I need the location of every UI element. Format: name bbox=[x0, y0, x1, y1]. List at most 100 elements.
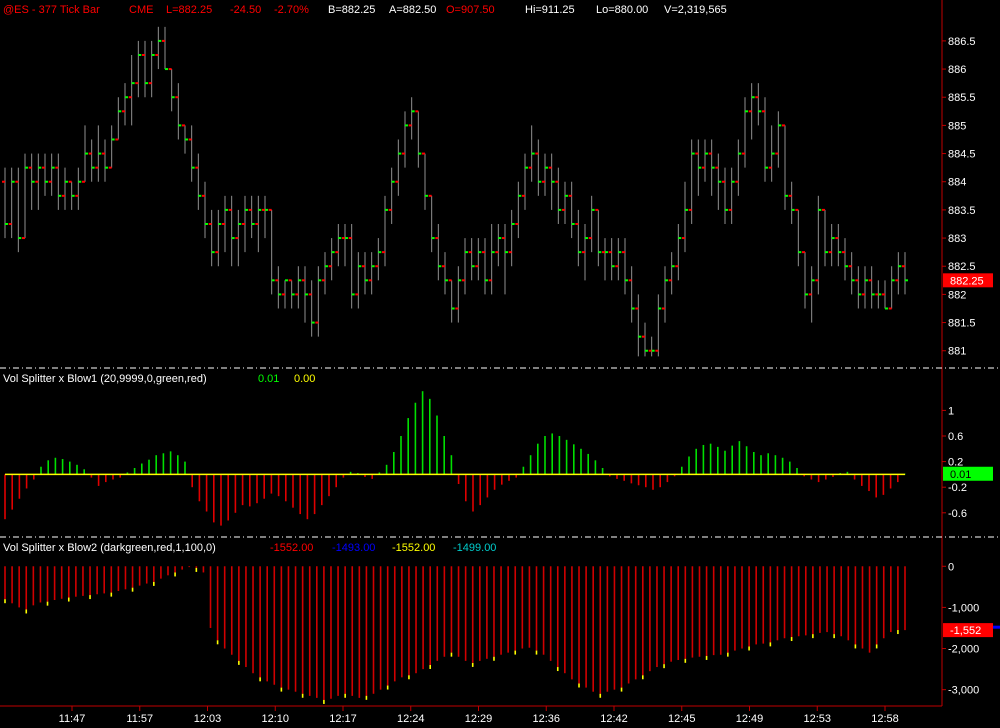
price-bar bbox=[842, 238, 848, 281]
price-bar bbox=[782, 124, 788, 210]
blow2-value-2: -1493.00 bbox=[332, 542, 375, 554]
blow2-tick-label: -1,000 bbox=[948, 602, 979, 614]
price-tick-label: 882.5 bbox=[948, 261, 976, 273]
price-bar bbox=[535, 139, 542, 196]
blow1-value-2: 0.00 bbox=[294, 373, 315, 385]
price-bar bbox=[582, 223, 588, 281]
price-bar bbox=[368, 252, 375, 295]
price-bar bbox=[195, 153, 202, 210]
price-bar bbox=[328, 238, 335, 281]
price-bar bbox=[455, 266, 462, 323]
price-tick-label: 886.5 bbox=[948, 36, 976, 48]
blow1-tick-label: -0.6 bbox=[948, 508, 967, 520]
time-tick-label: 12:24 bbox=[397, 713, 425, 725]
blow2-chart bbox=[4, 566, 906, 704]
price-bar bbox=[95, 125, 102, 182]
price-bar bbox=[648, 336, 655, 357]
price-bar bbox=[855, 266, 862, 309]
price-bar bbox=[882, 280, 888, 310]
price-bar bbox=[375, 238, 382, 281]
price-bar bbox=[828, 223, 835, 267]
price-bar bbox=[82, 125, 88, 183]
price-tick-label: 883.5 bbox=[948, 205, 976, 217]
price-bar bbox=[342, 223, 348, 267]
price-bar bbox=[775, 111, 782, 168]
price-tick-label: 882 bbox=[948, 289, 966, 301]
time-tick-label: 12:42 bbox=[600, 713, 628, 725]
price-bar bbox=[388, 167, 395, 224]
price-bar bbox=[208, 209, 215, 267]
price-bar bbox=[302, 266, 308, 323]
price-bar bbox=[608, 238, 615, 281]
price-bar bbox=[2, 167, 8, 239]
price-bar bbox=[642, 322, 648, 357]
price-bar bbox=[462, 238, 468, 295]
time-tick-label: 12:49 bbox=[736, 713, 764, 725]
header-high: Hi=911.25 bbox=[525, 4, 575, 16]
price-bar bbox=[802, 251, 808, 309]
price-bar bbox=[542, 153, 548, 196]
blow2-tick-label: 0 bbox=[948, 561, 954, 573]
price-bar bbox=[122, 83, 128, 126]
price-bar bbox=[482, 238, 488, 295]
price-tick-label: 883 bbox=[948, 233, 966, 245]
price-bar bbox=[715, 153, 722, 210]
price-bar bbox=[175, 83, 182, 140]
price-bar bbox=[255, 195, 262, 253]
price-tick-label: 885.5 bbox=[948, 92, 976, 104]
price-bar bbox=[282, 279, 288, 309]
time-tick-label: 11:57 bbox=[126, 713, 153, 725]
header-volume: V=2,319,565 bbox=[664, 4, 727, 16]
price-bar bbox=[562, 181, 568, 224]
chart-window: @ES - 377 Tick Bar CME L=882.25 -24.50 -… bbox=[0, 0, 1000, 725]
time-tick-label: 12:29 bbox=[465, 713, 493, 725]
price-bar bbox=[588, 195, 595, 253]
price-bar bbox=[895, 252, 902, 295]
price-tick-label: 885 bbox=[948, 120, 966, 132]
price-bar bbox=[88, 139, 95, 182]
price-bar bbox=[55, 153, 62, 210]
time-tick-label: 12:17 bbox=[329, 713, 357, 725]
price-bar bbox=[475, 238, 482, 281]
blow2-tick-label: -2,000 bbox=[948, 644, 979, 656]
price-bar bbox=[768, 125, 775, 182]
price-bar bbox=[722, 167, 728, 224]
price-bar bbox=[655, 294, 662, 357]
header-low: Lo=880.00 bbox=[596, 4, 648, 16]
time-tick-label: 12:58 bbox=[871, 713, 899, 725]
price-bar bbox=[248, 195, 255, 239]
price-bar bbox=[488, 223, 495, 295]
header-bid: B=882.25 bbox=[328, 4, 375, 16]
price-bar bbox=[435, 223, 442, 281]
price-tick-label: 884.5 bbox=[948, 149, 976, 161]
price-bar bbox=[682, 181, 688, 253]
price-bar bbox=[528, 125, 535, 182]
price-bar bbox=[128, 54, 135, 126]
price-bar bbox=[888, 266, 895, 310]
price-bar bbox=[155, 26, 162, 70]
price-bar bbox=[28, 153, 35, 210]
price-bar bbox=[662, 266, 668, 323]
blow1-last-label: 0.01 bbox=[950, 469, 971, 481]
price-bar bbox=[848, 252, 855, 295]
price-bar bbox=[235, 209, 242, 267]
price-bar bbox=[515, 181, 522, 239]
price-bar bbox=[215, 209, 222, 267]
price-bar bbox=[902, 252, 908, 295]
price-chart bbox=[2, 26, 908, 357]
price-bar bbox=[188, 125, 195, 182]
price-bar bbox=[502, 223, 508, 295]
price-bar bbox=[362, 252, 368, 295]
price-bar bbox=[522, 153, 528, 210]
price-bar bbox=[695, 139, 702, 196]
price-bar bbox=[675, 223, 682, 281]
price-bar bbox=[448, 279, 455, 323]
price-bar bbox=[742, 97, 748, 168]
price-bar bbox=[628, 266, 635, 323]
price-bar bbox=[8, 167, 15, 239]
price-bar bbox=[182, 124, 188, 154]
price-bar bbox=[622, 238, 628, 295]
price-bar bbox=[748, 83, 755, 140]
price-bar bbox=[688, 139, 695, 224]
price-bar bbox=[555, 167, 562, 224]
